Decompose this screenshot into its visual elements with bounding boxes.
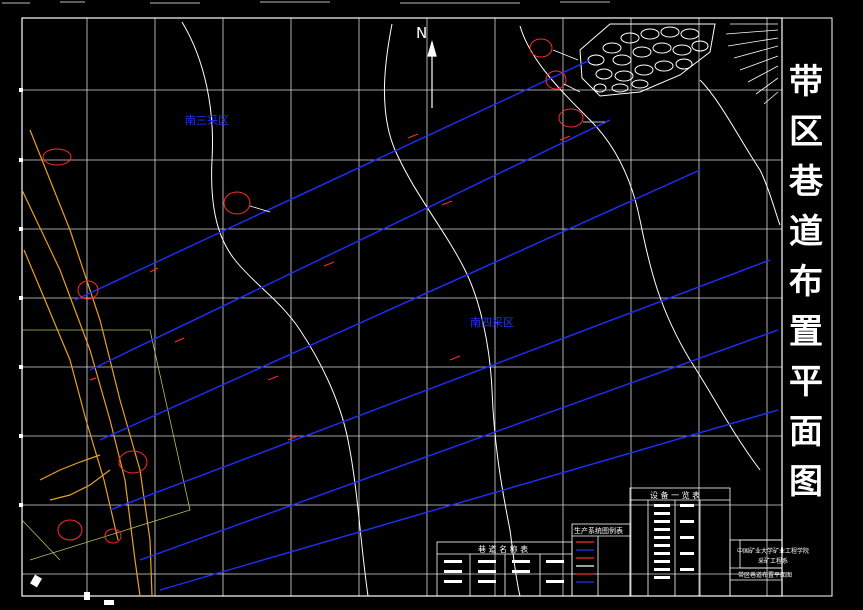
drawing-frame [21,17,783,597]
area-label-center: 南四采区 [470,316,514,329]
title-char-4: 道 [789,212,823,252]
boundary-lines [21,329,191,561]
equipment-table-header: 设 备 一 览 表 [650,491,701,500]
seam-contour-lines [181,21,781,597]
title-char-1: 带 [789,62,823,102]
area-label-left: 南三采区 [185,114,229,127]
legend-table-header: 生产系统图例表 [574,527,623,535]
roadway-lines [74,59,779,591]
coordinate-grid [22,18,782,596]
title-char-7: 平 [789,362,823,402]
titleblock-dept: 采矿工程系 [758,558,789,565]
label-leaders [249,49,605,213]
table-roadway-rows [444,560,564,583]
table-legend-samples [576,541,594,583]
title-char-8: 面 [789,412,823,452]
title-strip-frame [781,17,833,597]
bottom-left-markers [30,574,114,605]
roadway-table-header: 巷 道 名 称 表 [478,545,529,554]
title-char-3: 巷 [789,162,823,202]
roadway-red-marks [89,133,571,441]
title-char-6: 置 [789,312,823,352]
goaf-rubble-area [579,23,716,97]
title-char-9: 图 [789,462,823,502]
label-bubbles [42,38,584,544]
titleblock-drawing-name: 带区巷道布置平面图 [738,572,793,579]
north-label: N [416,24,428,42]
hatched-coal-pillar [725,23,779,105]
titleblock-school: 中国矿业大学矿业工程学院 [737,548,810,555]
title-char-2: 区 [789,112,823,152]
table-equipment-rows [654,504,694,579]
north-arrow [427,39,437,108]
cad-drawing-canvas[interactable] [0,0,863,610]
title-char-5: 布 [789,262,823,302]
